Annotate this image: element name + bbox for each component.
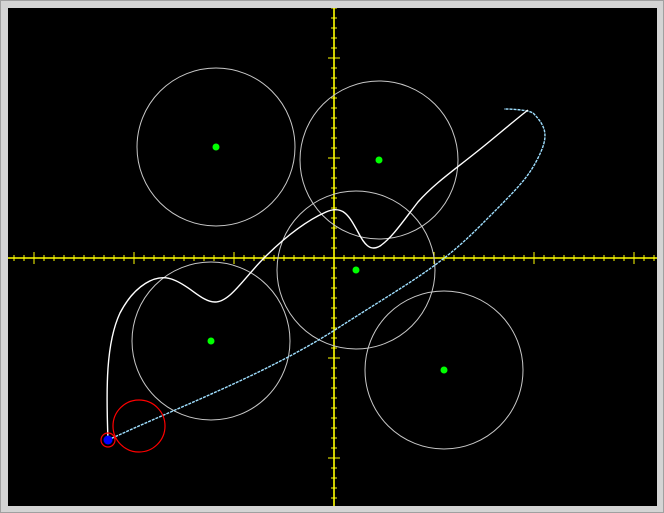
window-frame (0, 0, 664, 513)
obstacle-center-1 (212, 143, 220, 151)
planned-path (107, 108, 546, 441)
obstacle-center-5 (440, 366, 448, 374)
robot-dot (103, 435, 113, 445)
robot-marker-icon[interactable] (100, 399, 166, 453)
simulation-canvas[interactable] (8, 8, 657, 506)
simulation-scene (8, 8, 657, 506)
obstacle-center-2 (375, 156, 383, 164)
crosshair-axes (8, 8, 657, 506)
obstacle-center-4 (207, 337, 215, 345)
obstacle-center-3 (352, 266, 360, 274)
trajectory-path (106, 109, 529, 441)
